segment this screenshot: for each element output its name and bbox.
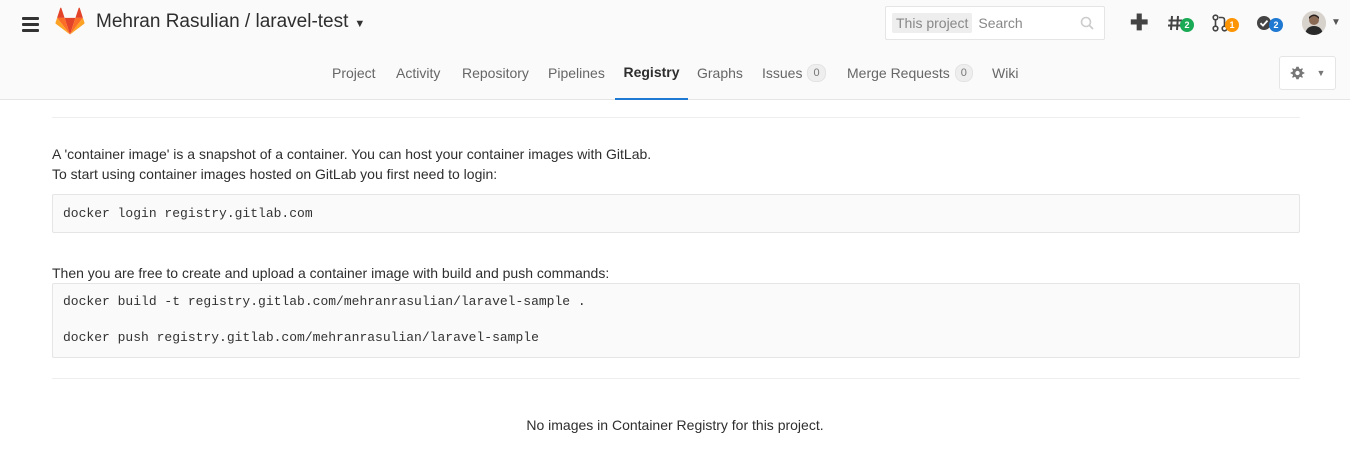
login-command-block: docker login registry.gitlab.com [52,194,1300,233]
project-title-dropdown[interactable]: Mehran Rasulian / laravel-test ▼ [96,11,365,33]
project-nav-tabs: Project Activity Repository Pipelines Re… [0,46,1350,100]
issues-count-badge: 2 [1180,18,1194,32]
todos-count-badge: 2 [1269,18,1283,32]
tab-label: Wiki [992,65,1019,81]
project-settings-button[interactable]: ▼ [1279,56,1336,90]
gitlab-logo-icon[interactable] [55,7,85,37]
tab-label: Repository [462,65,529,81]
hamburger-menu-icon[interactable] [22,14,42,34]
tab-project[interactable]: Project [332,46,376,100]
intro-line-1: A 'container image' is a snapshot of a c… [52,146,652,162]
push-command: docker push registry.gitlab.com/mehranra… [63,330,539,345]
tab-merge-requests[interactable]: Merge Requests 0 [847,46,973,100]
tab-label: Pipelines [548,65,605,81]
merge-requests-tab-count-badge: 0 [954,64,973,82]
merge-requests-count-badge: 1 [1225,18,1239,32]
issues-tab-count-badge: 0 [807,64,826,82]
registry-intro-text: A 'container image' is a snapshot of a c… [52,144,651,184]
tab-label: Graphs [697,65,743,81]
tab-issues[interactable]: Issues 0 [762,46,826,100]
empty-registry-message: No images in Container Registry for this… [526,417,824,433]
top-header: Mehran Rasulian / laravel-test ▼ This pr… [0,0,1350,100]
new-item-plus-icon[interactable]: ✚ [1130,12,1148,34]
gear-icon [1290,66,1304,79]
avatar-image [1302,11,1326,35]
user-avatar[interactable] [1302,11,1326,35]
tab-activity[interactable]: Activity [396,46,440,100]
chevron-down-icon: ▼ [354,17,366,30]
tab-label: Project [332,65,376,81]
tab-registry[interactable]: Registry [615,46,688,100]
intro-line-2: To start using container images hosted o… [52,166,498,182]
top-divider [52,117,1300,118]
tab-wiki[interactable]: Wiki [992,46,1018,100]
bottom-divider [52,378,1300,379]
user-menu-chevron-down-icon[interactable]: ▼ [1331,17,1341,28]
issues-link[interactable]: 2 [1167,12,1194,34]
tab-label: Issues [762,65,803,81]
build-command: docker build -t registry.gitlab.com/mehr… [63,294,586,309]
todos-link[interactable]: 2 [1256,12,1283,34]
tab-label: Activity [396,65,441,81]
project-title: Mehran Rasulian / laravel-test [96,11,349,32]
merge-requests-link[interactable]: 1 [1212,12,1239,34]
login-command: docker login registry.gitlab.com [63,206,313,221]
search-scope-badge[interactable]: This project [892,13,973,33]
tab-pipelines[interactable]: Pipelines [548,46,605,100]
tab-repository[interactable]: Repository [462,46,529,100]
settings-chevron-down-icon: ▼ [1316,68,1326,78]
build-push-command-block: docker build -t registry.gitlab.com/mehr… [52,283,1300,358]
search-icon [1080,16,1094,30]
tab-label: Registry [623,64,680,80]
search-input[interactable] [978,15,1079,31]
tab-label: Merge Requests [847,65,950,81]
build-push-intro-text: Then you are free to create and upload a… [52,265,610,281]
tab-graphs[interactable]: Graphs [697,46,743,100]
search-box[interactable]: This project [885,6,1105,40]
